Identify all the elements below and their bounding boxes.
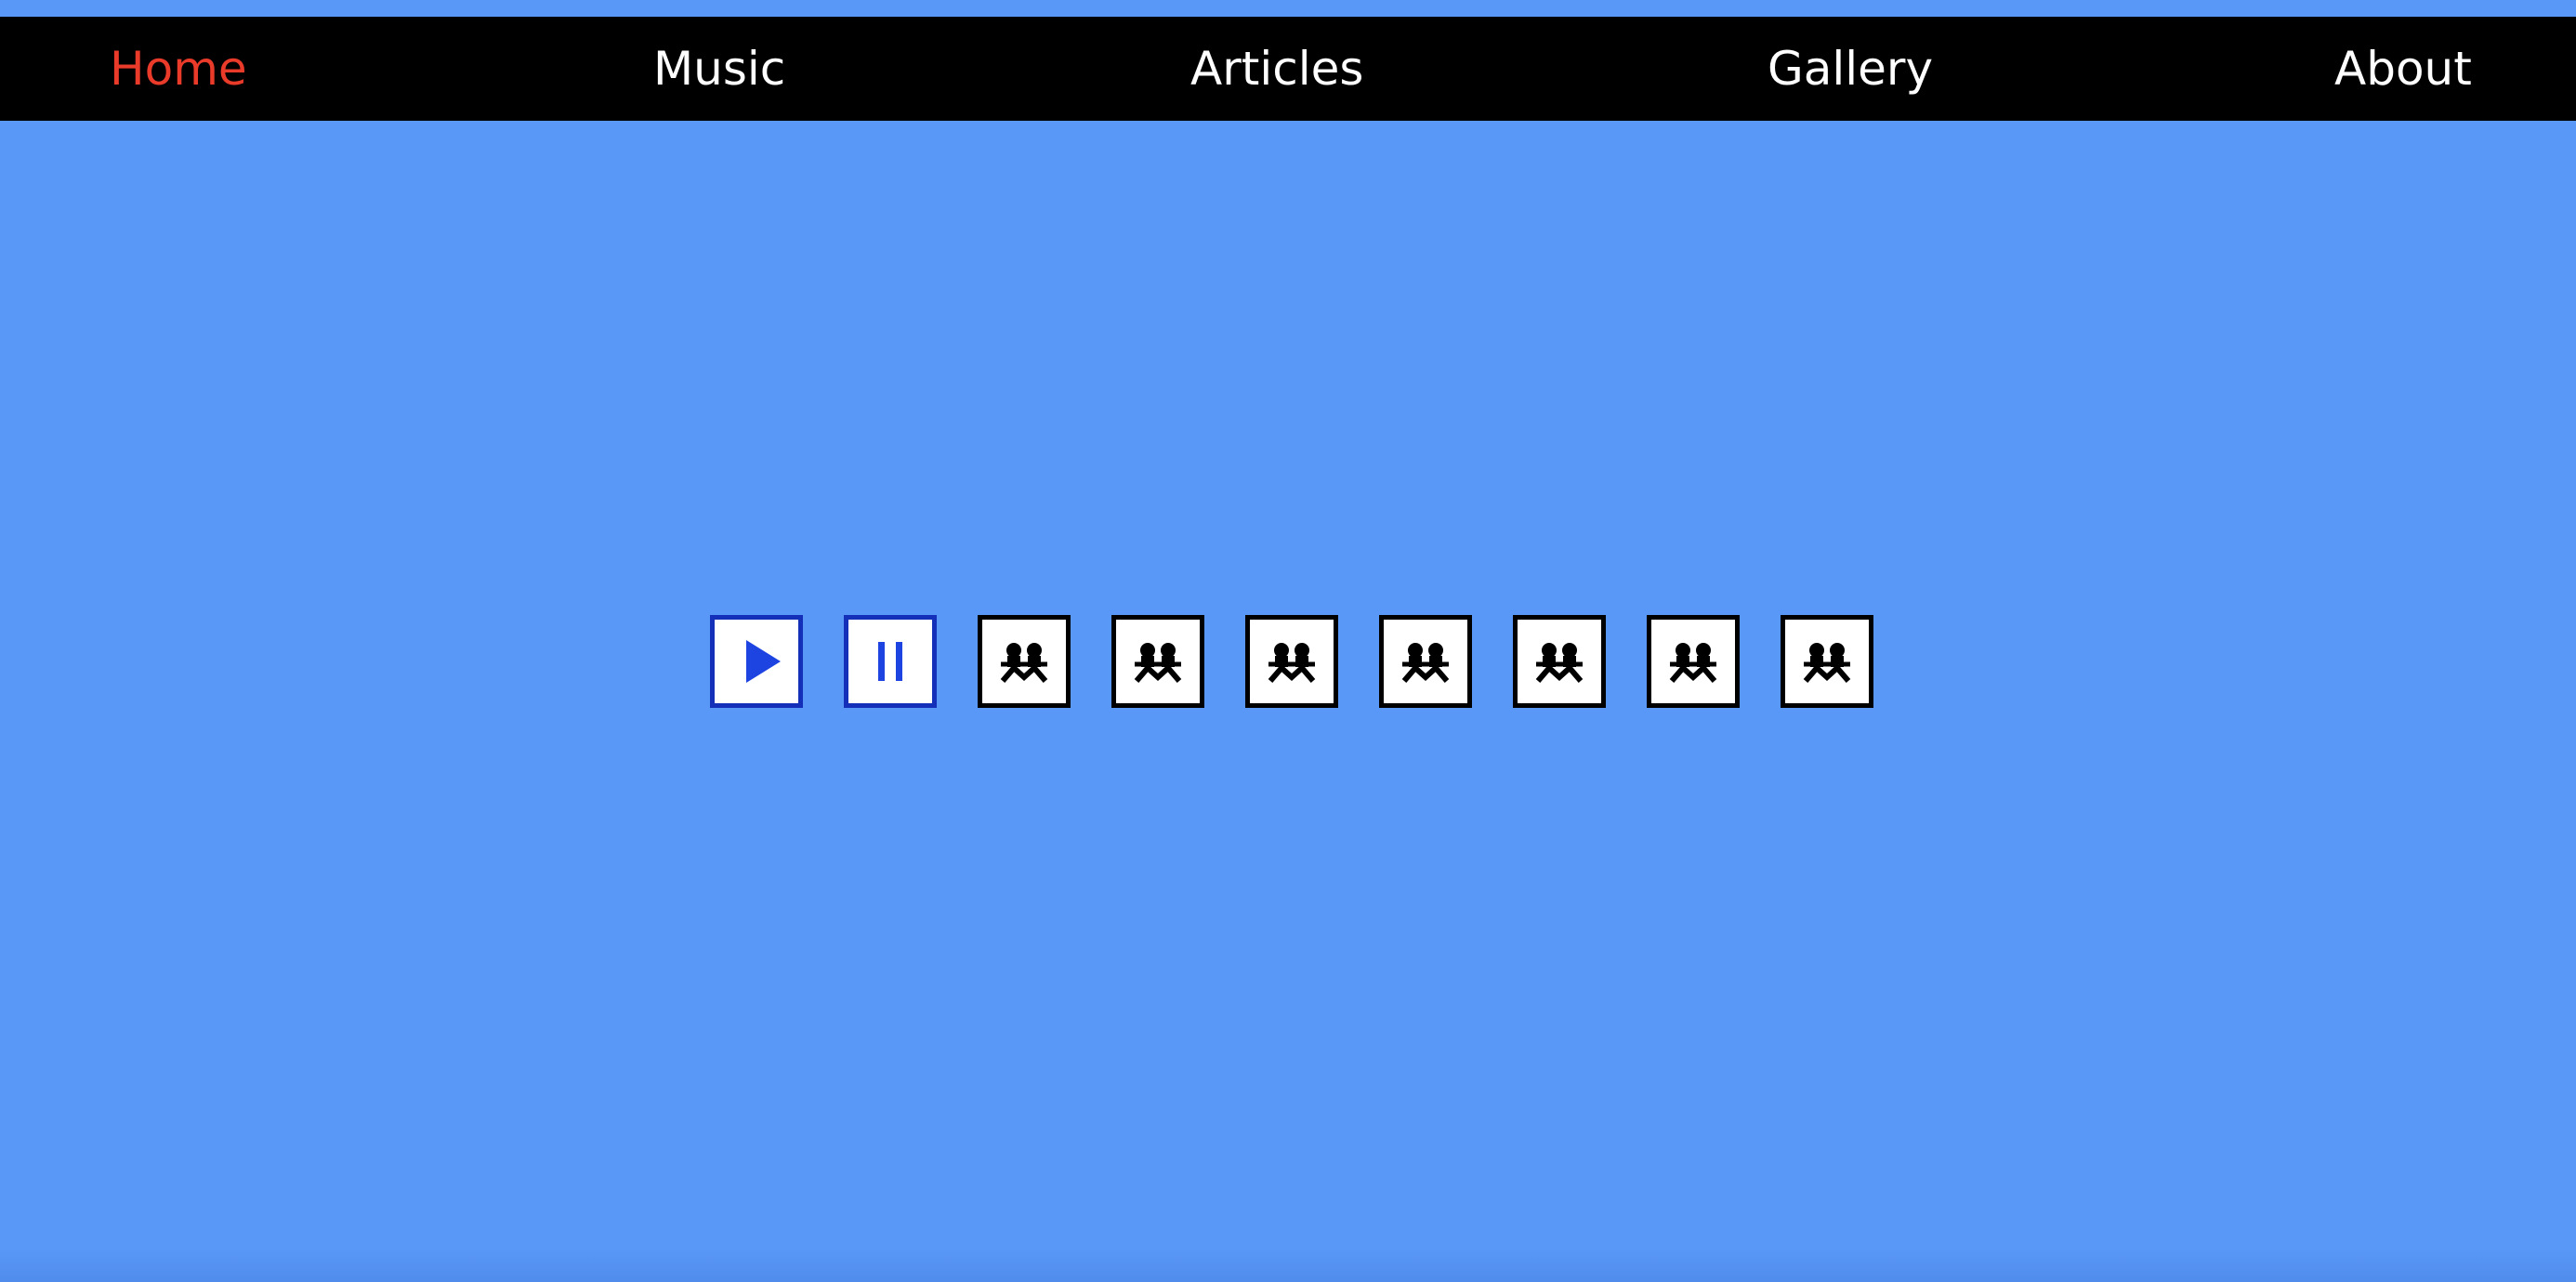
people-button[interactable] [1245,615,1338,708]
people-button[interactable] [1781,615,1873,708]
people-icon [1669,643,1717,683]
nav-item-music[interactable]: Music [653,17,785,121]
nav-item-about[interactable]: About [2334,17,2472,121]
pause-button[interactable] [844,615,937,708]
nav-item-articles[interactable]: Articles [1190,17,1363,121]
people-button[interactable] [1513,615,1606,708]
people-button[interactable] [1647,615,1740,708]
people-icon [1000,643,1048,683]
nav-item-gallery[interactable]: Gallery [1768,17,1933,121]
people-icon [1134,643,1182,683]
top-navigation-bar: Home Music Articles Gallery About [0,17,2576,121]
play-button[interactable] [710,615,803,708]
pause-icon [878,642,902,681]
play-icon [746,640,781,683]
people-button[interactable] [1111,615,1204,708]
people-icon [1535,643,1584,683]
people-icon [1803,643,1851,683]
nav-item-home[interactable]: Home [110,17,247,121]
bottom-edge-shadow [0,1249,2576,1282]
people-icon [1268,643,1316,683]
people-button[interactable] [978,615,1071,708]
people-button[interactable] [1379,615,1472,708]
people-icon [1401,643,1450,683]
